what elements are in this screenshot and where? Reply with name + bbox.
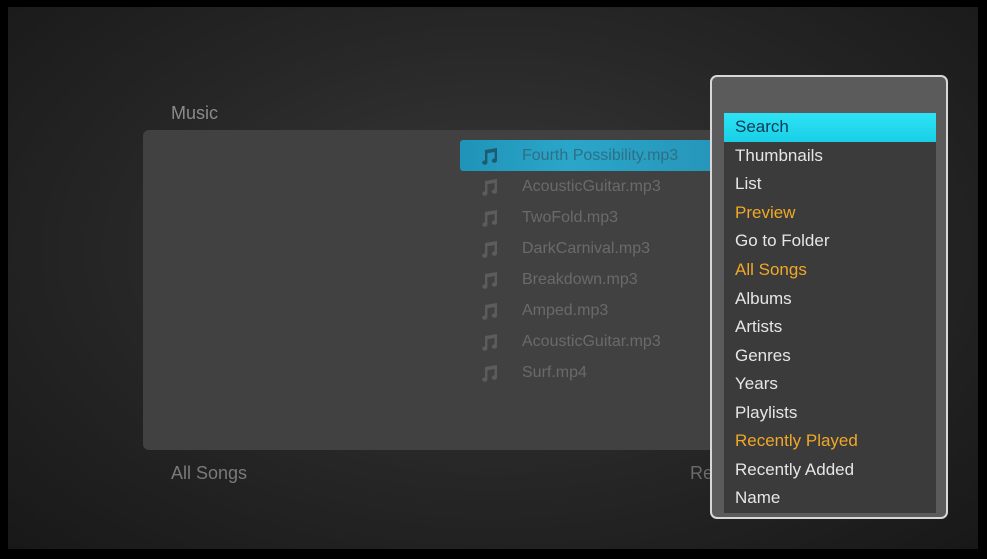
menu-group: Recently Played Recently Added Name [724,427,936,513]
menu-item-artists[interactable]: Artists [724,313,936,342]
menu-item-recently-added[interactable]: Recently Added [724,456,936,485]
menu-item-years[interactable]: Years [724,370,936,399]
menu-item-recently-played[interactable]: Recently Played [724,427,936,456]
menu-item-search[interactable]: Search [724,113,936,142]
menu-item-list[interactable]: List [724,170,936,199]
menu-item-preview[interactable]: Preview [724,199,936,228]
file-name: DarkCarnival.mp3 [522,239,651,257]
music-note-icon [480,270,500,290]
file-name: TwoFold.mp3 [522,208,619,226]
music-note-icon [480,177,500,197]
music-note-icon [480,363,500,383]
file-name: Amped.mp3 [522,301,609,319]
menu-item-name[interactable]: Name [724,484,936,513]
view-label: All Songs [171,463,248,483]
section-title: Music [171,103,219,123]
menu-item-all-songs[interactable]: All Songs [724,256,936,285]
music-note-icon [480,146,500,166]
menu-group: Go to Folder [724,227,936,256]
music-note-icon [480,301,500,321]
file-name: AcousticGuitar.mp3 [522,332,661,350]
music-note-icon [480,208,500,228]
file-name: Breakdown.mp3 [522,270,638,288]
music-note-icon [480,332,500,352]
options-menu: Search Thumbnails List Preview Go to Folder A… [710,75,948,519]
menu-item-albums[interactable]: Albums [724,285,936,314]
menu-item-go-to-folder[interactable]: Go to Folder [724,227,936,256]
menu-item-thumbnails[interactable]: Thumbnails [724,142,936,171]
file-name: AcousticGuitar.mp3 [522,177,661,195]
menu-item-genres[interactable]: Genres [724,342,936,371]
file-name: Surf.mp4 [522,363,587,381]
menu-item-playlists[interactable]: Playlists [724,399,936,428]
file-name: Fourth Possibility.mp3 [522,146,679,164]
tv-screen: Music Fourth Possibility.mp3 AcousticGui… [8,7,978,549]
menu-group: Search Thumbnails List Preview [724,113,936,228]
menu-group: All Songs Albums Artists Genres Years Playlis… [724,256,936,428]
music-note-icon [480,239,500,259]
